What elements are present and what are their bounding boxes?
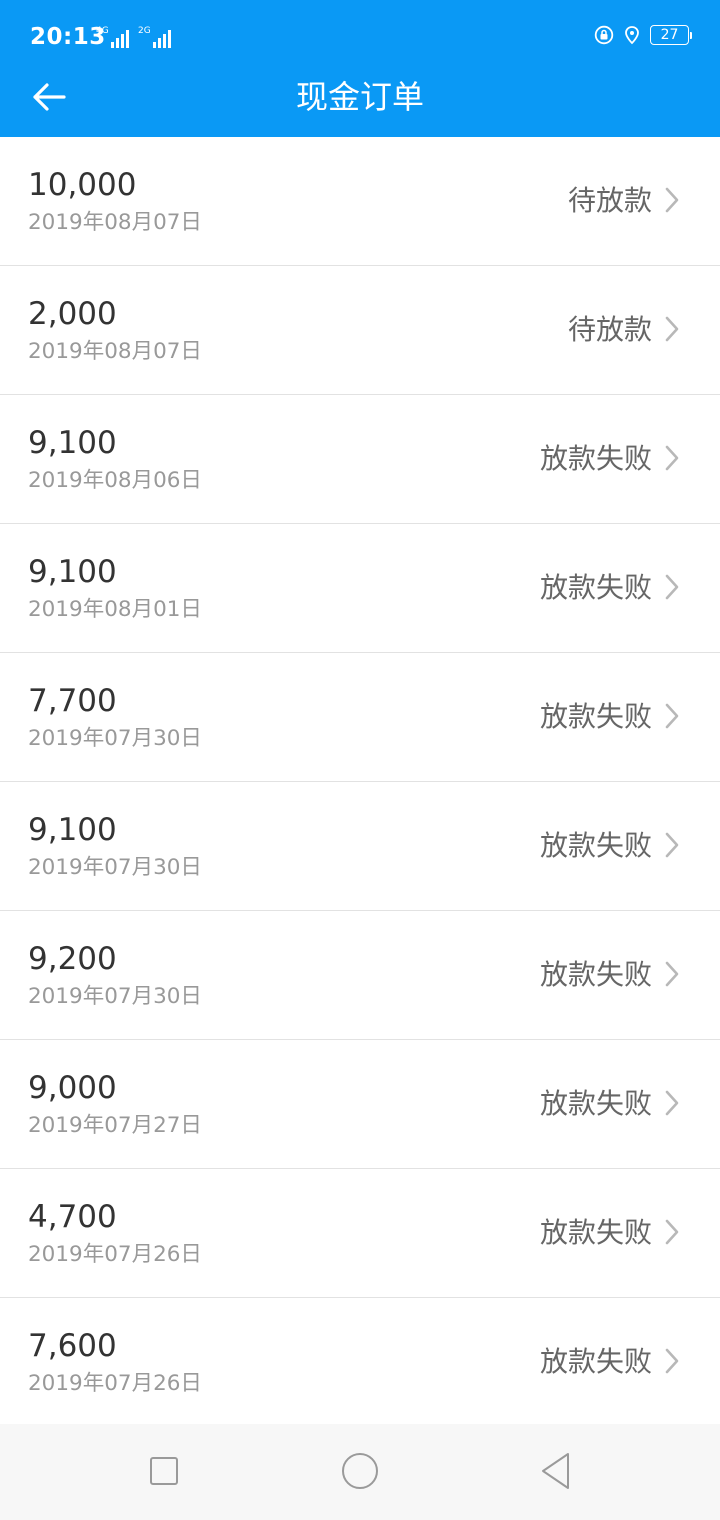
- system-navigation-bar: [0, 1424, 720, 1520]
- square-icon: [150, 1457, 178, 1485]
- chevron-right-icon: [665, 187, 679, 213]
- chevron-right-icon: [665, 316, 679, 342]
- battery-tip: [690, 31, 692, 39]
- status-icons: 27: [594, 25, 692, 45]
- signal-bar: [167, 30, 171, 48]
- chevron-right-icon: [665, 832, 679, 858]
- order-date: 2019年08月01日: [28, 597, 202, 622]
- order-date: 2019年07月30日: [28, 726, 202, 751]
- chevron-right-icon: [665, 445, 679, 471]
- order-amount: 10,000: [28, 167, 137, 203]
- order-status: 放款失败: [539, 958, 652, 991]
- signal-bar: [110, 42, 114, 48]
- chevron-right-icon: [665, 574, 679, 600]
- triangle-back-icon: [542, 1453, 569, 1489]
- page-title: 现金订单: [295, 78, 424, 116]
- chevron-right-icon: [665, 1348, 679, 1374]
- order-amount: 9,200: [28, 941, 117, 977]
- order-row[interactable]: 9,100 2019年08月06日 放款失败: [0, 395, 720, 524]
- chevron-right-icon: [665, 1090, 679, 1116]
- order-status: 待放款: [567, 184, 652, 217]
- order-date: 2019年07月30日: [28, 855, 202, 880]
- system-back-button[interactable]: [530, 1446, 580, 1496]
- recent-apps-button[interactable]: [139, 1446, 189, 1496]
- status-time: 20:13: [30, 24, 106, 50]
- order-amount: 2,000: [28, 296, 117, 332]
- home-button[interactable]: [335, 1446, 385, 1496]
- signal-strength-icon: 4G: [96, 26, 131, 48]
- order-status: 放款失败: [539, 1345, 652, 1378]
- signal-bar: [162, 34, 166, 48]
- order-status: 放款失败: [539, 829, 652, 862]
- order-status: 待放款: [567, 313, 652, 346]
- chevron-right-icon: [665, 703, 679, 729]
- rotation-lock-icon: [594, 25, 614, 45]
- order-row[interactable]: 7,700 2019年07月30日 放款失败: [0, 653, 720, 782]
- order-row[interactable]: 9,200 2019年07月30日 放款失败: [0, 911, 720, 1040]
- signal-bar: [125, 30, 129, 48]
- battery-icon: 27: [650, 25, 692, 45]
- order-date: 2019年07月26日: [28, 1242, 202, 1267]
- order-row[interactable]: 9,000 2019年07月27日 放款失败: [0, 1040, 720, 1169]
- status-bar: 20:13 4G 2G 27: [0, 0, 720, 72]
- order-amount: 9,000: [28, 1070, 117, 1106]
- order-status: 放款失败: [539, 571, 652, 604]
- order-date: 2019年07月27日: [28, 1113, 202, 1138]
- order-row[interactable]: 4,700 2019年07月26日 放款失败: [0, 1169, 720, 1298]
- order-row[interactable]: 2,000 2019年08月07日 待放款: [0, 266, 720, 395]
- order-amount: 9,100: [28, 812, 117, 848]
- signal-strength-icon: 2G: [138, 26, 173, 48]
- order-row[interactable]: 10,000 2019年08月07日 待放款: [0, 137, 720, 266]
- app-header: 20:13 4G 2G 27 现金订单: [0, 0, 720, 137]
- order-row[interactable]: 9,100 2019年07月30日 放款失败: [0, 782, 720, 911]
- order-row[interactable]: 7,600 2019年07月26日 放款失败: [0, 1298, 720, 1424]
- order-status: 放款失败: [539, 442, 652, 475]
- signal-bar: [120, 34, 124, 48]
- chevron-right-icon: [665, 1219, 679, 1245]
- order-row[interactable]: 9,100 2019年08月01日 放款失败: [0, 524, 720, 653]
- order-date: 2019年08月07日: [28, 339, 202, 364]
- signal-bar: [152, 42, 156, 48]
- order-amount: 7,700: [28, 683, 117, 719]
- order-amount: 4,700: [28, 1199, 117, 1235]
- order-date: 2019年08月06日: [28, 468, 202, 493]
- network-type-label: 4G: [96, 26, 109, 36]
- order-date: 2019年07月30日: [28, 984, 202, 1009]
- order-date: 2019年08月07日: [28, 210, 202, 235]
- signal-bar: [115, 38, 119, 48]
- order-amount: 7,600: [28, 1328, 117, 1364]
- order-list: 10,000 2019年08月07日 待放款 2,000 2019年08月07日 待放款 9…: [0, 137, 720, 1424]
- signal-bar: [157, 38, 161, 48]
- network-type-label: 2G: [138, 26, 151, 36]
- order-amount: 9,100: [28, 554, 117, 590]
- order-date: 2019年07月26日: [28, 1371, 202, 1396]
- order-status: 放款失败: [539, 1216, 652, 1249]
- location-icon: [625, 26, 639, 45]
- order-amount: 9,100: [28, 425, 117, 461]
- order-status: 放款失败: [539, 1087, 652, 1120]
- circle-icon: [342, 1453, 378, 1489]
- order-status: 放款失败: [539, 700, 652, 733]
- battery-level: 27: [650, 25, 689, 45]
- chevron-right-icon: [665, 961, 679, 987]
